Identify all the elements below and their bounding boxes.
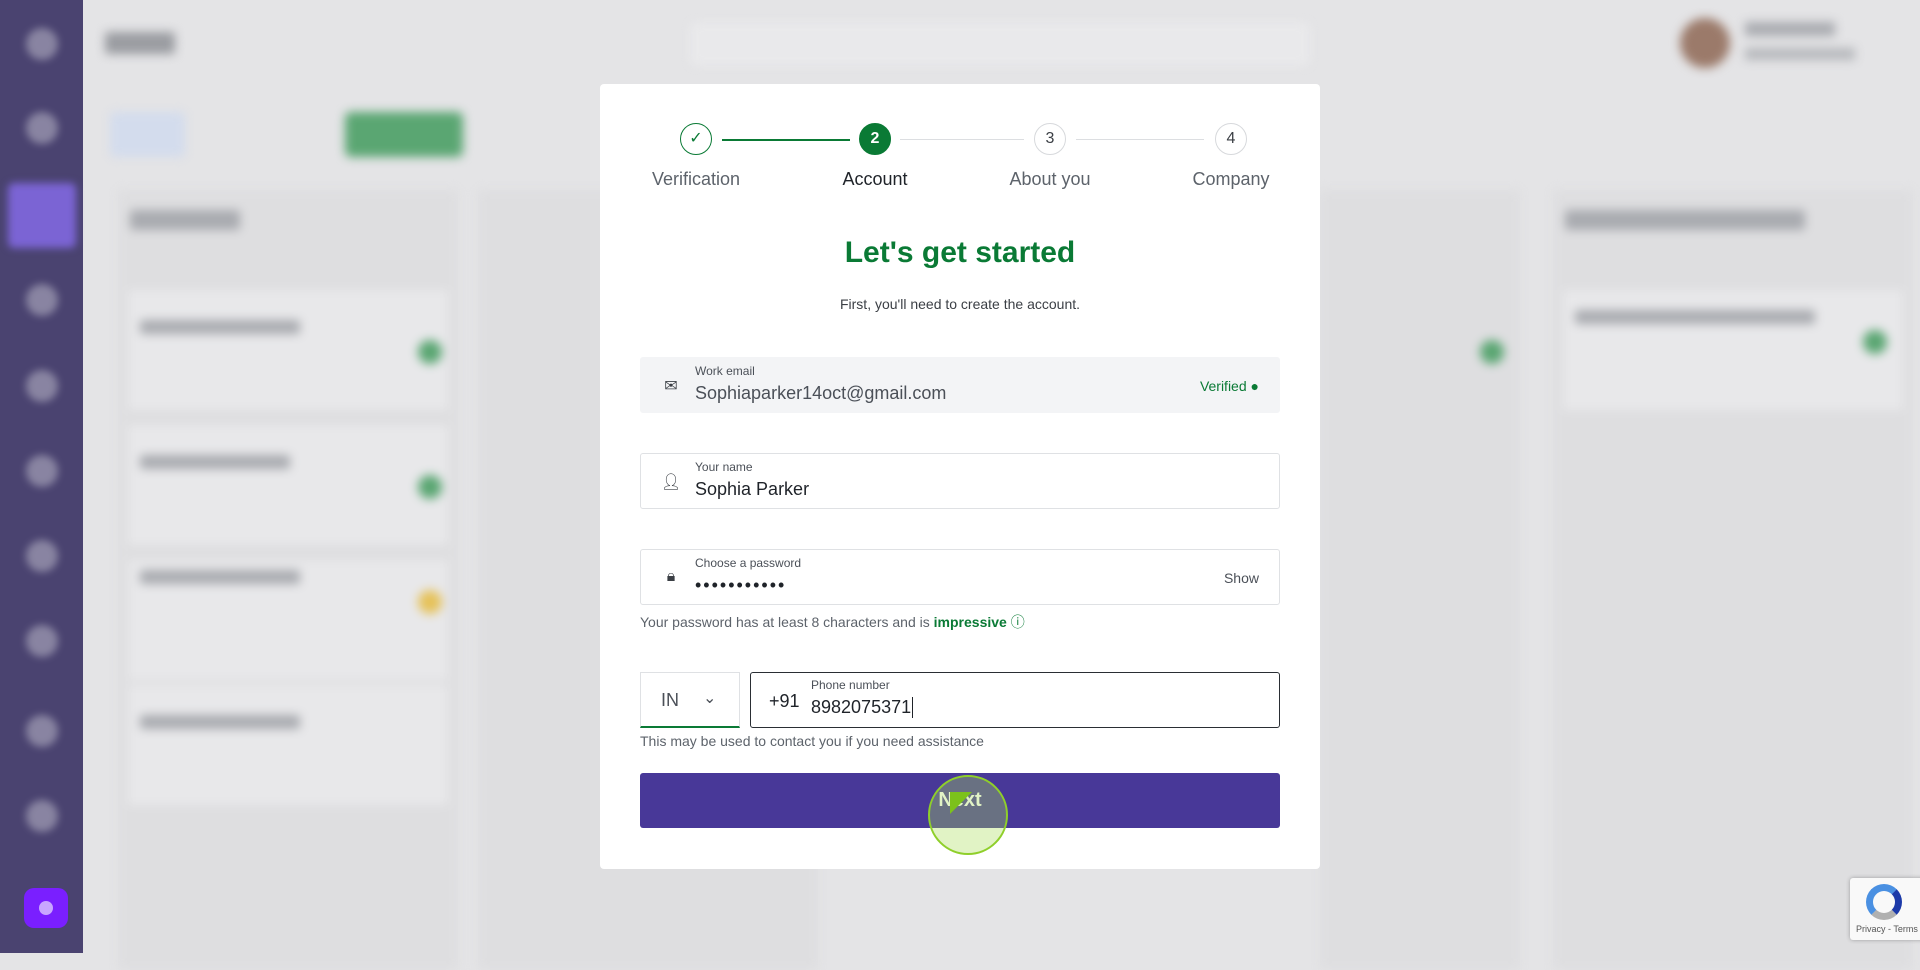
field-value[interactable]: 8982075371: [811, 697, 914, 718]
password-input[interactable]: 🔒︎ Choose a password ••••••••••• Show: [640, 549, 1280, 605]
step-verification: ✓ Verification: [626, 123, 766, 190]
step-label: About you: [1009, 169, 1091, 189]
name-input[interactable]: 👤︎ Your name Sophia Parker: [640, 453, 1280, 509]
click-indicator: [928, 775, 1008, 855]
step-company: 4 Company: [1161, 123, 1301, 190]
mail-icon: ✉: [664, 378, 678, 395]
chat-launcher-button[interactable]: [24, 888, 68, 928]
step-number: 4: [1215, 123, 1247, 155]
lock-icon: 🔒︎: [666, 568, 676, 585]
step-label: Company: [1192, 169, 1270, 189]
recaptcha-links[interactable]: Privacy - Terms: [1856, 924, 1918, 934]
recaptcha-badge[interactable]: Privacy - Terms: [1850, 878, 1920, 940]
step-number: 3: [1034, 123, 1066, 155]
field-label: Choose a password: [695, 556, 802, 570]
step-about-you: 3 About you: [980, 123, 1120, 190]
field-label: Your name: [695, 460, 753, 474]
check-circle-icon: ●: [1250, 378, 1259, 394]
phone-input[interactable]: +91 Phone number 8982075371: [750, 672, 1280, 728]
check-icon: ✓: [680, 123, 712, 155]
email-field: ✉ Work email Sophiaparker14oct@gmail.com…: [640, 357, 1280, 413]
user-icon: 👤︎: [661, 474, 682, 491]
step-account: 2 Account: [805, 123, 945, 190]
step-number: 2: [859, 123, 891, 155]
chevron-down-icon: ⌄: [703, 690, 717, 707]
field-label: Phone number: [811, 678, 890, 692]
verified-badge: Verified ●: [1199, 378, 1259, 394]
field-label: Work email: [695, 364, 755, 378]
show-password-button[interactable]: Show: [1224, 570, 1259, 586]
recaptcha-icon: [1866, 884, 1902, 920]
cursor-arrow-icon: [950, 792, 972, 814]
field-value: Sophiaparker14oct@gmail.com: [695, 383, 947, 403]
page-title: Let's get started: [844, 236, 1076, 269]
field-value[interactable]: Sophia Parker: [695, 479, 809, 500]
step-label: Account: [842, 169, 908, 189]
signup-modal: ✓ Verification 2 Account 3 About you 4 C…: [600, 84, 1320, 869]
password-hint: Your password has at least 8 characters …: [640, 614, 1025, 630]
step-label: Verification: [651, 169, 741, 189]
info-icon: ⓘ: [1010, 614, 1025, 630]
phone-hint: This may be used to contact you if you n…: [640, 733, 984, 749]
country-select[interactable]: IN ⌄: [640, 672, 740, 728]
field-value[interactable]: •••••••••••: [695, 575, 786, 596]
dial-code: +91: [769, 691, 800, 711]
page-subtitle: First, you'll need to create the account…: [839, 296, 1081, 312]
